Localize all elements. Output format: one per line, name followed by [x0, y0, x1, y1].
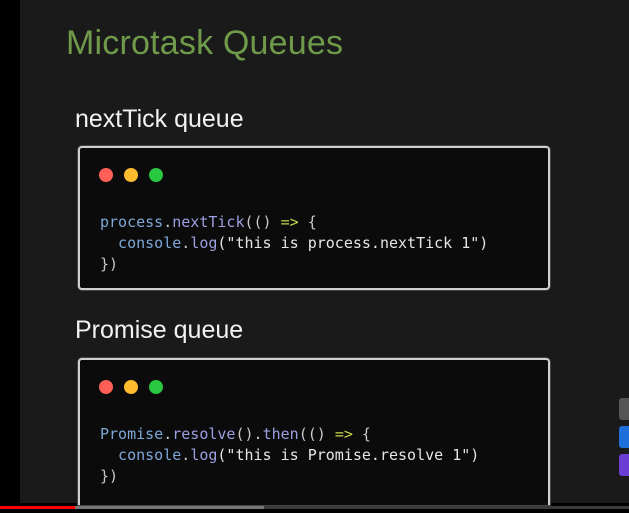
section-heading-promise: Promise queue — [75, 316, 244, 344]
window-controls — [99, 168, 163, 182]
video-progress-bar[interactable] — [0, 506, 629, 509]
minimize-dot-icon — [124, 168, 138, 182]
code-card-promise: Promise.resolve().then(() => { console.l… — [78, 358, 550, 505]
code-block: Promise.resolve().then(() => { console.l… — [100, 424, 479, 487]
video-letterbox-left — [0, 0, 20, 513]
code-token: (). — [235, 425, 263, 443]
code-token: console — [100, 446, 182, 464]
code-line: }) — [100, 254, 488, 275]
code-token: . — [163, 213, 173, 231]
code-line: console.log("this is process.nextTick 1"… — [100, 233, 488, 254]
close-dot-icon — [99, 380, 113, 394]
code-token: ("this is Promise.resolve 1") — [217, 446, 480, 464]
code-block: process.nextTick(() => { console.log("th… — [100, 212, 488, 275]
minimize-dot-icon — [124, 380, 138, 394]
code-token: log — [190, 234, 218, 252]
section-heading-nexttick: nextTick queue — [75, 105, 244, 133]
code-token: . — [181, 446, 191, 464]
code-token: . — [163, 425, 173, 443]
code-token: nextTick — [172, 213, 245, 231]
code-token: { — [298, 213, 317, 231]
code-token: => — [334, 425, 353, 443]
maximize-dot-icon — [149, 380, 163, 394]
side-widgets — [619, 398, 629, 482]
code-token: (() — [298, 425, 335, 443]
video-progress-fill — [0, 506, 76, 509]
slide: Microtask Queues nextTick queue process.… — [20, 0, 629, 505]
code-token: Promise — [100, 425, 164, 443]
slide-title: Microtask Queues — [66, 24, 344, 62]
code-token: then — [262, 425, 299, 443]
code-token: log — [190, 446, 218, 464]
code-line: process.nextTick(() => { — [100, 212, 488, 233]
code-line: }) — [100, 466, 479, 487]
close-dot-icon — [99, 168, 113, 182]
window-controls — [99, 380, 163, 394]
maximize-dot-icon — [149, 168, 163, 182]
code-token: console — [100, 234, 182, 252]
code-card-nexttick: process.nextTick(() => { console.log("th… — [78, 146, 550, 290]
side-widget[interactable] — [619, 398, 629, 420]
code-token: process — [100, 213, 164, 231]
code-token: . — [181, 234, 191, 252]
code-token: ("this is process.nextTick 1") — [217, 234, 489, 252]
code-token: (() — [244, 213, 281, 231]
code-token: }) — [100, 255, 119, 273]
code-token: }) — [100, 467, 119, 485]
code-line: Promise.resolve().then(() => { — [100, 424, 479, 445]
code-token: { — [352, 425, 371, 443]
side-widget[interactable] — [619, 426, 629, 448]
side-widget[interactable] — [619, 454, 629, 476]
code-token: resolve — [172, 425, 236, 443]
code-line: console.log("this is Promise.resolve 1") — [100, 445, 479, 466]
code-token: => — [280, 213, 299, 231]
